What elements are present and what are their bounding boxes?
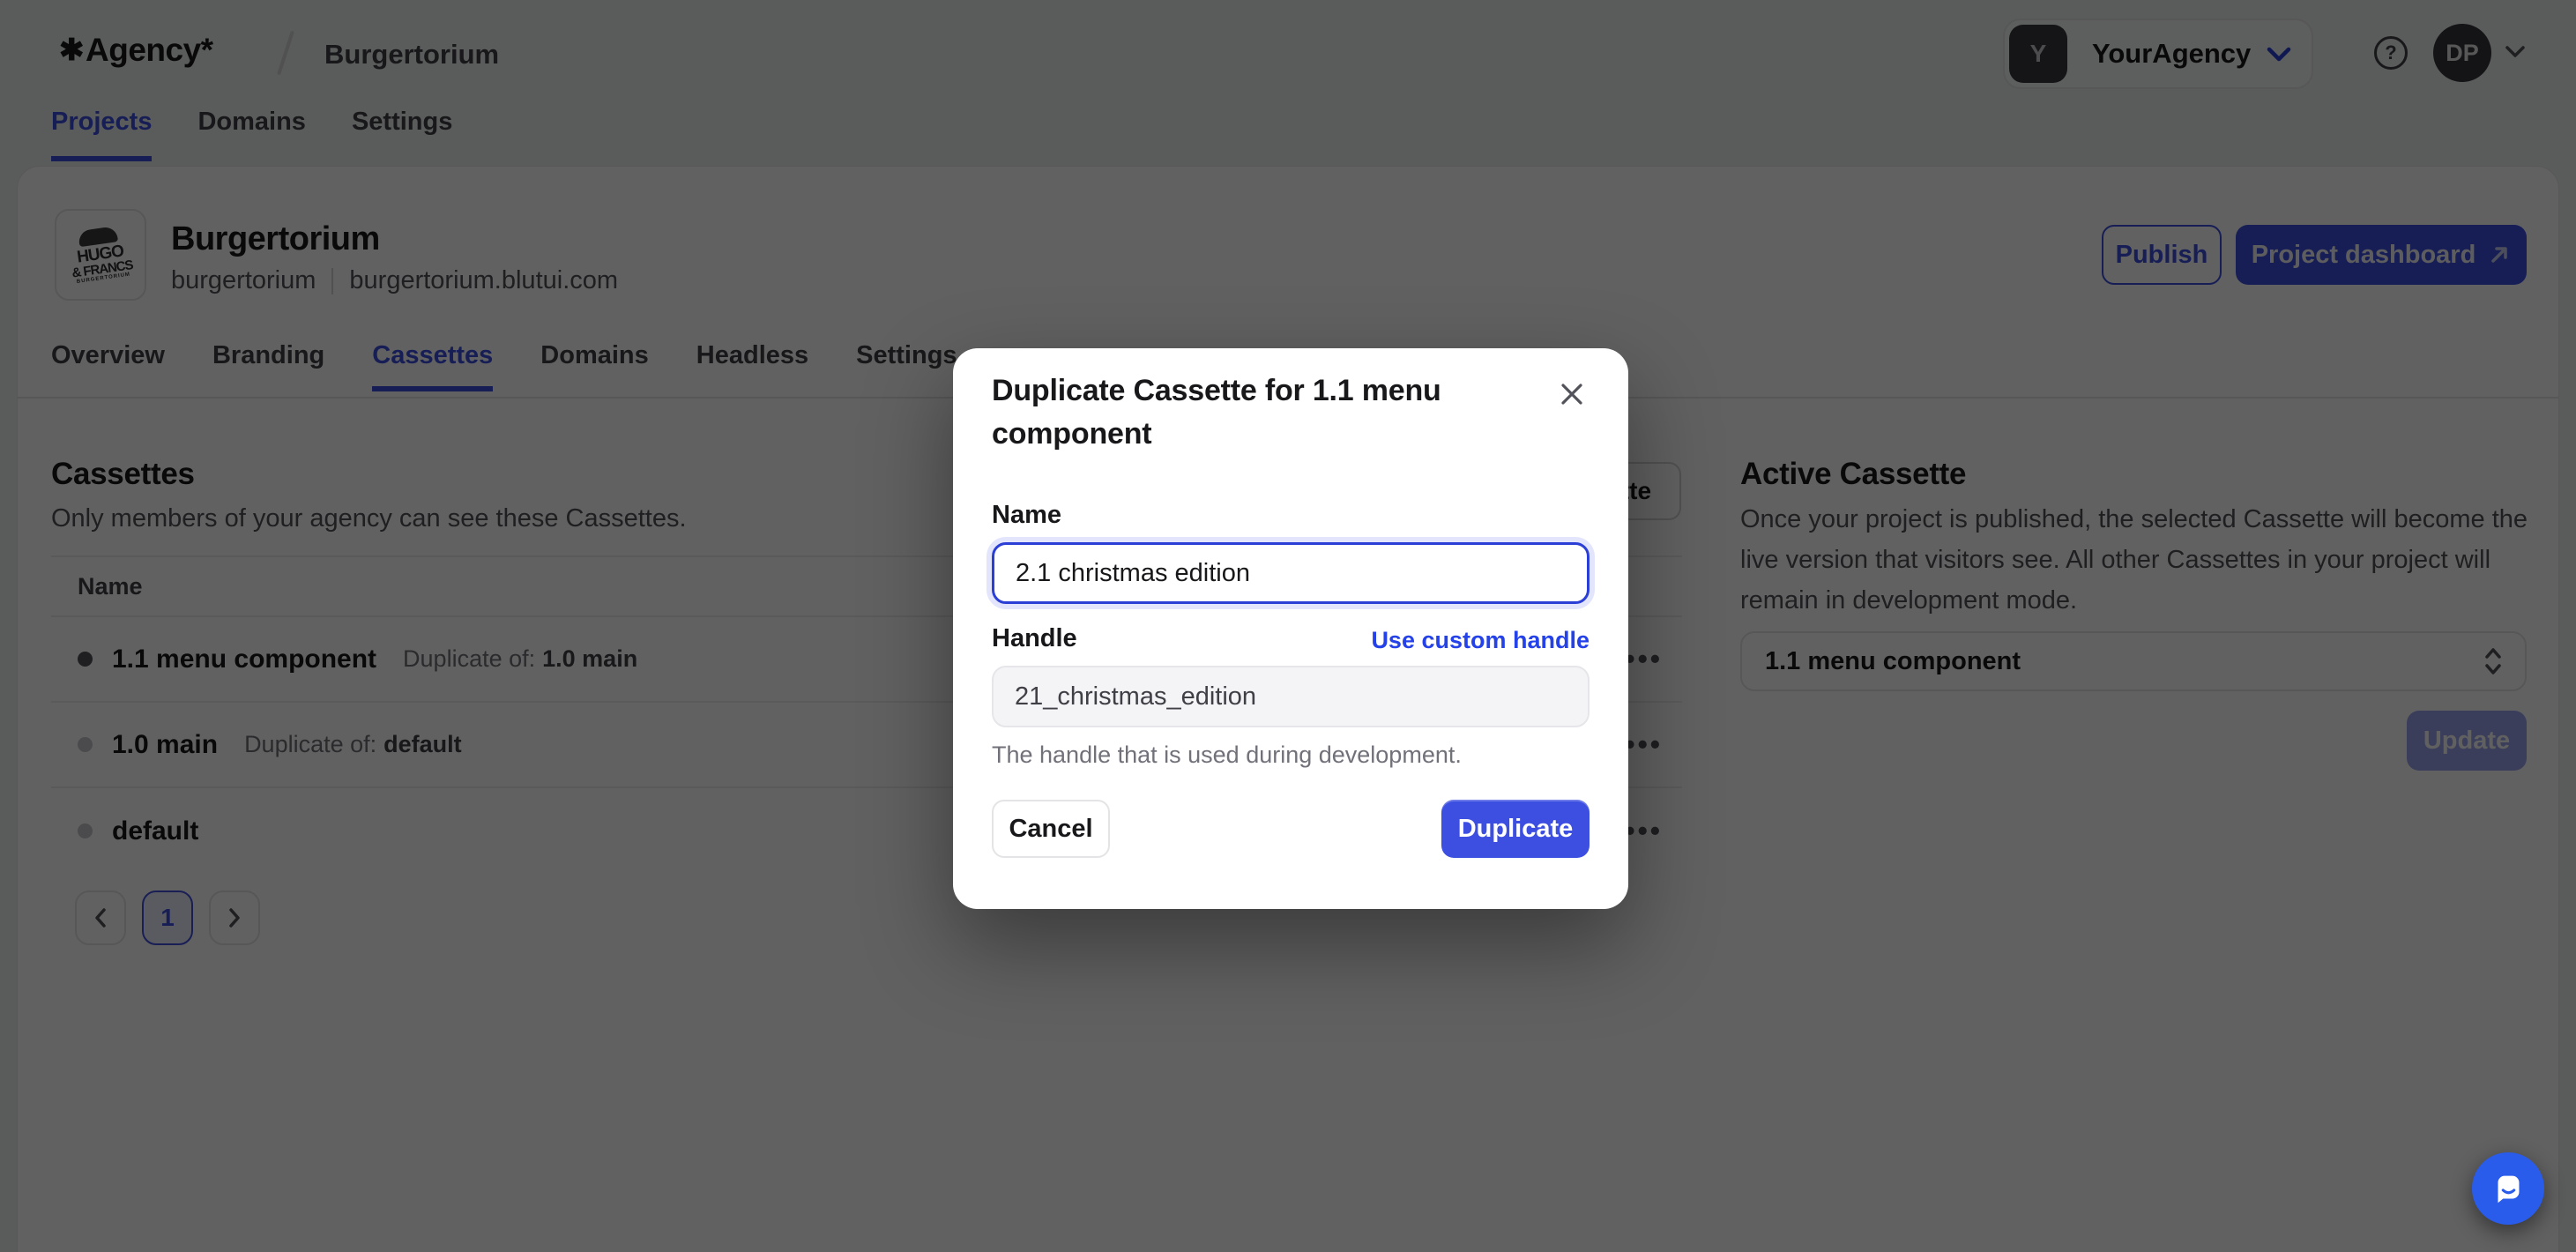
name-field[interactable] <box>992 542 1590 604</box>
use-custom-handle-link[interactable]: Use custom handle <box>1371 627 1590 654</box>
chat-launcher-button[interactable] <box>2472 1152 2544 1225</box>
name-label: Name <box>992 501 1061 530</box>
duplicate-button[interactable]: Duplicate <box>1441 800 1590 858</box>
modal-title: Duplicate Cassette for 1.1 menu componen… <box>992 369 1512 456</box>
duplicate-cassette-modal: Duplicate Cassette for 1.1 menu componen… <box>953 348 1628 909</box>
cancel-button[interactable]: Cancel <box>992 800 1110 858</box>
chat-bubble-icon <box>2488 1168 2528 1209</box>
handle-help-text: The handle that is used during developme… <box>992 742 1462 769</box>
handle-label: Handle <box>992 624 1077 653</box>
handle-field[interactable] <box>992 666 1590 727</box>
close-icon[interactable] <box>1554 376 1590 412</box>
